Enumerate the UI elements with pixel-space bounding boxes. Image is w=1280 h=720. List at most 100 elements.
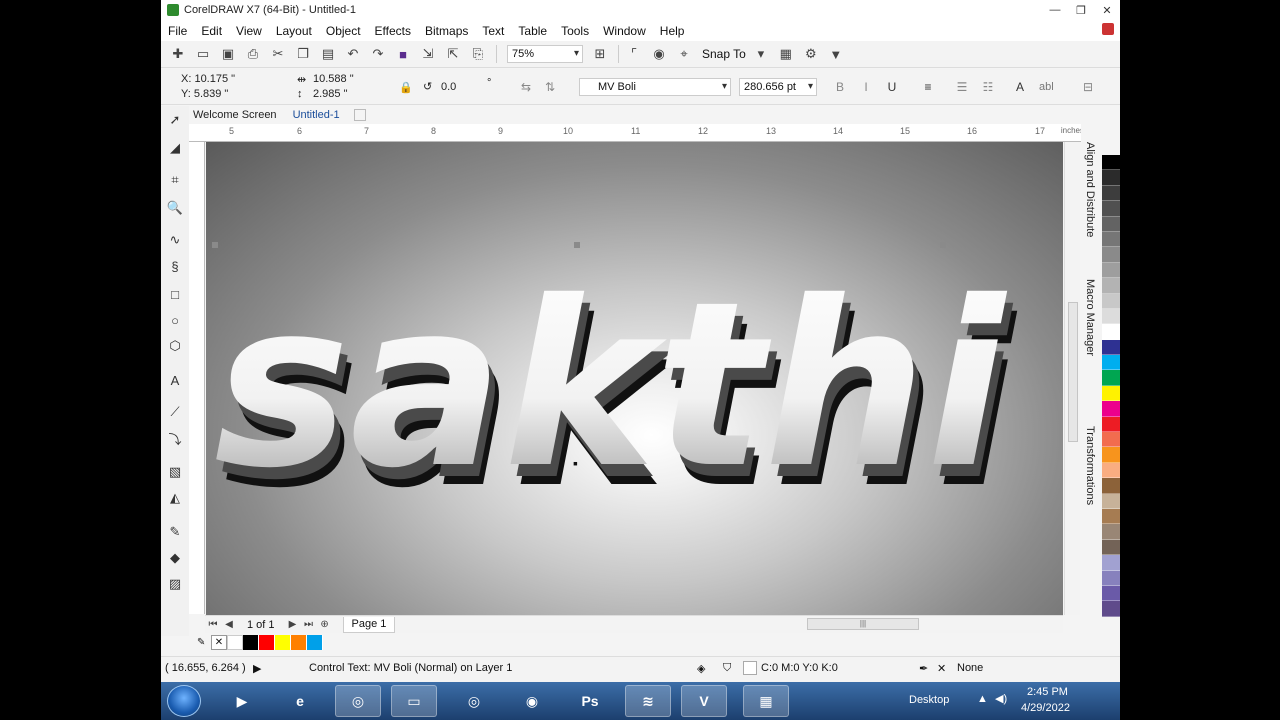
account-icon[interactable] [1102, 23, 1114, 35]
selection-handle[interactable] [574, 242, 580, 248]
start-button[interactable] [167, 685, 201, 717]
welcome-screen-icon[interactable]: ▦ [775, 43, 797, 65]
lock-ratio-icon[interactable]: 🔒 [399, 81, 413, 94]
palette-swatch[interactable] [1102, 416, 1120, 433]
pick-tool-icon[interactable]: ➚ [165, 110, 185, 130]
y-position-field[interactable]: Y: 5.839 " [181, 88, 228, 100]
no-color-swatch[interactable]: ✕ [211, 634, 227, 650]
underline-icon[interactable]: U [883, 78, 901, 96]
palette-swatch[interactable] [1102, 462, 1120, 479]
new-document-icon[interactable]: ✚ [167, 43, 189, 65]
font-size-select[interactable]: 280.656 pt [739, 78, 817, 96]
palette-swatch[interactable] [1102, 185, 1120, 202]
palette-swatch[interactable] [1102, 339, 1120, 356]
palette-swatch[interactable] [1102, 447, 1120, 463]
bullet-list-icon[interactable]: ☰ [953, 78, 971, 96]
document-palette-swatch[interactable] [307, 634, 323, 650]
copy-icon[interactable]: ❐ [292, 43, 314, 65]
horizontal-ruler[interactable]: 5 6 7 8 9 10 11 12 13 14 15 16 17 inches [189, 124, 1084, 142]
menu-edit[interactable]: Edit [194, 24, 229, 38]
palette-swatch[interactable] [1102, 493, 1120, 509]
text-frame-label[interactable]: abl [1039, 81, 1054, 93]
document-palette-swatch[interactable] [291, 634, 307, 650]
italic-icon[interactable]: I [857, 78, 875, 96]
menu-tools[interactable]: Tools [554, 24, 596, 38]
palette-swatch[interactable] [1102, 601, 1120, 617]
chrome-icon-active[interactable]: ◎ [335, 685, 381, 717]
print-icon[interactable]: ⎙ [242, 43, 264, 65]
width-field[interactable]: 10.588 " [313, 73, 354, 85]
palette-swatch[interactable] [1102, 401, 1120, 417]
artistic-media-tool-icon[interactable]: § [165, 256, 185, 276]
last-page-icon[interactable]: ⏭ [301, 619, 317, 630]
volume-icon[interactable]: ◀) [995, 692, 1007, 705]
docker-tab-transformations[interactable]: Transformations [1084, 426, 1096, 505]
redo-icon[interactable]: ↷ [367, 43, 389, 65]
palette-swatch[interactable] [1102, 432, 1120, 448]
corel-app-icon[interactable]: V [681, 685, 727, 717]
desktop-toolbar-label[interactable]: Desktop [909, 694, 949, 706]
freehand-tool-icon[interactable]: ∿ [165, 230, 185, 250]
menu-view[interactable]: View [229, 24, 269, 38]
white-swatch[interactable] [227, 634, 243, 650]
palette-swatch[interactable] [1102, 539, 1120, 556]
full-screen-preview-icon[interactable]: ⊞ [589, 43, 611, 65]
chrome-icon[interactable]: ◎ [451, 685, 497, 717]
numbered-list-icon[interactable]: ☷ [979, 78, 997, 96]
photoshop-icon[interactable]: Ps [567, 685, 613, 717]
media-player-icon[interactable]: ▶ [219, 685, 265, 717]
selection-handle[interactable] [212, 242, 218, 248]
show-guidelines-icon[interactable]: ⌖ [673, 43, 695, 65]
coreldraw-taskbar-icon[interactable]: ≋ [625, 685, 671, 717]
publish-pdf-icon[interactable]: ⎘ [467, 43, 489, 65]
menu-bitmaps[interactable]: Bitmaps [418, 24, 475, 38]
add-page-icon[interactable]: ⊕ [317, 619, 333, 630]
crop-tool-icon[interactable]: ⌗ [165, 170, 185, 190]
snap-dropdown-arrow-icon[interactable]: ▾ [750, 43, 772, 65]
docker-tab-align-distribute[interactable]: Align and Distribute [1084, 142, 1096, 237]
palette-swatch[interactable] [1102, 355, 1120, 371]
palette-swatch[interactable] [1102, 247, 1120, 263]
play-icon[interactable]: ▶ [253, 662, 261, 675]
palette-swatch[interactable] [1102, 385, 1120, 402]
firefox-icon[interactable]: ◉ [509, 685, 555, 717]
vertical-ruler[interactable] [189, 142, 205, 614]
tray-expand-icon[interactable]: ▲ [977, 693, 988, 705]
menu-window[interactable]: Window [596, 24, 653, 38]
menu-layout[interactable]: Layout [269, 24, 319, 38]
search-content-icon[interactable]: ■ [392, 43, 414, 65]
horizontal-scroll-thumb[interactable]: ||| [807, 618, 919, 630]
tab-page-1[interactable]: Page 1 [342, 616, 396, 633]
undo-icon[interactable]: ↶ [342, 43, 364, 65]
internet-explorer-icon[interactable]: e [277, 685, 323, 717]
text-tool-icon[interactable]: A [165, 370, 185, 390]
snap-to-dropdown[interactable]: Snap To [702, 47, 746, 61]
application-launcher-icon[interactable]: ▼ [825, 43, 847, 65]
palette-swatch[interactable] [1102, 370, 1120, 386]
mirror-vertical-icon[interactable]: ⇅ [541, 78, 559, 96]
palette-swatch[interactable] [1102, 155, 1120, 171]
fill-swatch[interactable] [743, 661, 757, 675]
rotation-field[interactable]: 0.0 [441, 81, 456, 93]
font-list-select[interactable]: MV Boli [579, 78, 731, 96]
palette-swatch[interactable] [1102, 201, 1120, 217]
smart-fill-tool-icon[interactable]: ▨ [165, 574, 185, 594]
export-icon[interactable]: ⇱ [442, 43, 464, 65]
previous-page-icon[interactable]: ◀ [221, 619, 237, 630]
palette-swatch[interactable] [1102, 524, 1120, 540]
save-icon[interactable]: ▣ [217, 43, 239, 65]
minimize-button[interactable]: — [1042, 0, 1068, 20]
next-page-icon[interactable]: ▶ [285, 619, 301, 630]
palette-swatch[interactable] [1102, 508, 1120, 525]
palette-swatch[interactable] [1102, 570, 1120, 586]
document-palette-swatch[interactable] [259, 634, 275, 650]
rectangle-tool-icon[interactable]: □ [165, 284, 185, 304]
palette-swatch[interactable] [1102, 478, 1120, 494]
cut-icon[interactable]: ✂ [267, 43, 289, 65]
paste-icon[interactable]: ▤ [317, 43, 339, 65]
menu-text[interactable]: Text [475, 24, 511, 38]
tab-untitled-1[interactable]: Untitled-1 [285, 106, 348, 124]
open-icon[interactable]: ▭ [192, 43, 214, 65]
palette-swatch[interactable] [1102, 170, 1120, 186]
color-eyedropper-tool-icon[interactable]: ✎ [165, 522, 185, 542]
